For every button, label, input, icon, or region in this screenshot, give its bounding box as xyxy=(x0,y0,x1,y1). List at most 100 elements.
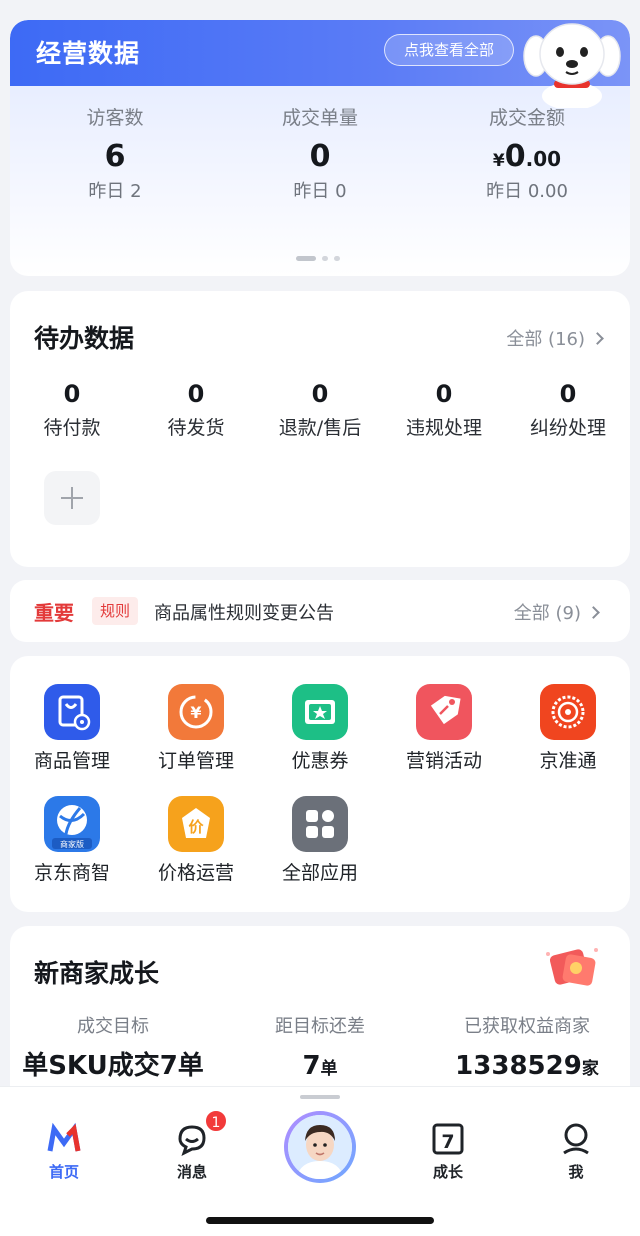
notice-view-all-link[interactable]: 全部 (9) xyxy=(513,599,600,625)
shangzhi-badge-text: 商家版 xyxy=(60,839,84,849)
stat-value: 0 xyxy=(309,139,331,174)
growth-value: 单SKU成交7单 xyxy=(10,1046,216,1086)
tab-label: 消息 xyxy=(176,1163,207,1181)
jd-shangzhi-icon: 商家版 xyxy=(44,796,100,852)
visitors-stat[interactable]: 访客数 6 昨日 2 xyxy=(12,104,218,206)
business-data-title: 经营数据 xyxy=(36,39,141,68)
svg-text:¥: ¥ xyxy=(190,703,201,722)
tab-avatar-assistant[interactable] xyxy=(284,1111,356,1183)
pager-dot xyxy=(322,256,328,261)
app-label: 京准通 xyxy=(539,750,597,772)
app-all-apps[interactable]: 全部应用 xyxy=(258,796,382,896)
business-data-card[interactable]: 经营数据 点我查看全部 访客数 6 昨日 2 成交单量 0 昨日 0 成交金额 … xyxy=(10,20,630,276)
profile-icon xyxy=(563,1123,589,1155)
revenue-integer: 0 xyxy=(504,139,526,174)
tab-label: 成长 xyxy=(432,1163,463,1181)
orders-stat[interactable]: 成交单量 0 昨日 0 xyxy=(217,104,423,206)
app-product-management[interactable]: 商品管理 xyxy=(10,684,134,784)
growth-calendar-icon: 7 xyxy=(432,1123,464,1155)
carousel-pager xyxy=(296,256,356,262)
new-merchant-growth-card[interactable]: 新商家成长 成交目标 单SKU成交7单 距目标还差 7单 已获取权益商家 133… xyxy=(10,926,630,1096)
tab-label: 我 xyxy=(568,1163,584,1181)
todo-count: 0 xyxy=(63,380,81,408)
add-todo-button[interactable] xyxy=(44,471,100,525)
all-apps-icon xyxy=(292,796,348,852)
growth-value-text: 单SKU成交7单 xyxy=(22,1051,204,1081)
todo-count: 0 xyxy=(187,380,205,408)
stat-value: 6 xyxy=(104,139,126,174)
chevron-right-icon xyxy=(591,332,604,345)
notice-rule-tag: 规则 xyxy=(92,597,139,625)
app-coupon[interactable]: 优惠券 xyxy=(258,684,382,784)
todo-title: 待办数据 xyxy=(34,324,135,353)
apps-grid-card: 商品管理 ¥ 订单管理 优惠券 营销活动 京准通 商家版 京东商智 价 价格运营… xyxy=(10,656,630,912)
red-envelope-gift-icon xyxy=(546,948,598,986)
todo-label: 违规处理 xyxy=(405,417,482,439)
todo-item-violation[interactable]: 0 违规处理 xyxy=(382,377,506,445)
todo-item-pending-shipment[interactable]: 0 待发货 xyxy=(134,377,258,445)
app-jingzhuntong[interactable]: 京准通 xyxy=(506,684,630,784)
stat-yesterday: 昨日 0 xyxy=(293,181,347,202)
page: 经营数据 点我查看全部 访客数 6 昨日 2 成交单量 0 昨日 0 成交金额 … xyxy=(0,0,640,1236)
todo-data-card: 待办数据 全部 (16) 0 待付款 0 待发货 0 退款/售后 0 违规处理 … xyxy=(10,291,630,567)
app-marketing[interactable]: 营销活动 xyxy=(382,684,506,784)
tab-label: 首页 xyxy=(48,1163,79,1181)
todo-view-all-link[interactable]: 全部 (16) xyxy=(506,325,604,351)
todo-more-label: 全部 (16) xyxy=(506,329,585,350)
growth-value: 7单 xyxy=(217,1046,423,1086)
svg-text:7: 7 xyxy=(441,1131,454,1153)
app-label: 营销活动 xyxy=(405,750,482,772)
message-unread-badge: 1 xyxy=(204,1109,228,1133)
growth-value-text: 7 xyxy=(302,1051,321,1081)
stat-value: ¥0.00 xyxy=(424,136,630,178)
todo-item-pending-payment[interactable]: 0 待付款 xyxy=(10,377,134,445)
app-label: 订单管理 xyxy=(157,750,234,772)
stat-yesterday: 昨日 2 xyxy=(88,181,142,202)
stat-yesterday: 昨日 0.00 xyxy=(486,181,568,202)
mascot-dog-icon xyxy=(523,23,621,108)
growth-gap-column: 距目标还差 7单 xyxy=(217,1014,423,1086)
pager-dot xyxy=(334,256,340,261)
product-management-icon xyxy=(44,684,100,740)
view-all-data-button[interactable]: 点我查看全部 xyxy=(384,34,514,66)
notice-text[interactable]: 商品属性规则变更公告 xyxy=(154,599,334,625)
growth-label: 成交目标 xyxy=(77,1016,149,1037)
stat-label: 成交金额 xyxy=(488,107,565,129)
todo-item-dispute[interactable]: 0 纠纷处理 xyxy=(506,377,630,445)
app-label: 优惠券 xyxy=(291,750,349,772)
tab-messages[interactable]: 1 消息 xyxy=(128,1109,256,1187)
pager-dot-active xyxy=(296,256,316,261)
todo-count: 0 xyxy=(435,380,453,408)
growth-unit: 单 xyxy=(320,1059,338,1079)
todo-label: 待付款 xyxy=(43,417,101,439)
todo-count: 0 xyxy=(559,380,577,408)
marketing-tag-icon xyxy=(416,684,472,740)
todo-label: 退款/售后 xyxy=(278,417,362,439)
home-logo-icon xyxy=(47,1122,81,1152)
bottom-tab-bar: 首页 1 消息 7 成长 我 xyxy=(0,1086,640,1236)
tab-growth[interactable]: 7 成长 xyxy=(384,1117,512,1187)
app-label: 全部应用 xyxy=(281,862,358,884)
drag-handle[interactable] xyxy=(300,1095,340,1099)
stat-label: 访客数 xyxy=(86,107,144,129)
todo-items: 0 待付款 0 待发货 0 退款/售后 0 违规处理 0 纠纷处理 xyxy=(10,377,630,457)
growth-merchants-column: 已获取权益商家 1338529家 xyxy=(424,1014,630,1086)
growth-unit: 家 xyxy=(581,1059,599,1079)
app-price-operation[interactable]: 价 价格运营 xyxy=(134,796,258,896)
coupon-icon xyxy=(292,684,348,740)
todo-count: 0 xyxy=(311,380,329,408)
notice-bar[interactable]: 重要 规则 商品属性规则变更公告 全部 (9) xyxy=(10,580,630,642)
tab-me[interactable]: 我 xyxy=(512,1117,640,1187)
app-label: 商品管理 xyxy=(33,750,110,772)
app-jd-shangzhi[interactable]: 商家版 京东商智 xyxy=(10,796,134,896)
home-indicator xyxy=(206,1217,434,1224)
todo-item-refund-aftersale[interactable]: 0 退款/售后 xyxy=(258,377,382,445)
tab-home[interactable]: 首页 xyxy=(0,1117,128,1187)
revenue-stat[interactable]: 成交金额 ¥0.00 昨日 0.00 xyxy=(424,104,630,206)
order-management-icon: ¥ xyxy=(168,684,224,740)
app-order-management[interactable]: ¥ 订单管理 xyxy=(134,684,258,784)
app-label: 京东商智 xyxy=(33,862,110,884)
notice-more-label: 全部 (9) xyxy=(513,603,581,624)
growth-target-column: 成交目标 单SKU成交7单 xyxy=(10,1014,216,1086)
business-stats: 访客数 6 昨日 2 成交单量 0 昨日 0 成交金额 ¥0.00 昨日 0.0… xyxy=(10,104,630,224)
